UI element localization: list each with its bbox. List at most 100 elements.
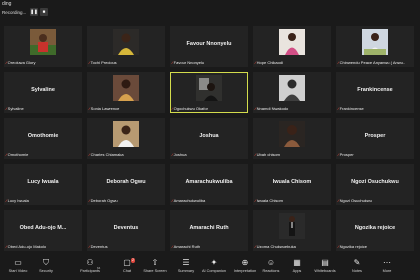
participant-name-label: ⁄ Frankincense xyxy=(338,106,364,111)
participant-tile[interactable]: Amarachukwuliba ⁄ Amarachukwuliba xyxy=(170,164,248,205)
participant-tile[interactable]: ⁄ Hope Chikaodi xyxy=(253,26,331,67)
participant-tile[interactable]: ⁄ Ogochukwu Okafor xyxy=(170,72,248,113)
participant-tile[interactable]: Favour Nnonyelu ⁄ Favour Nnonyelu xyxy=(170,26,248,67)
participant-video xyxy=(279,213,305,239)
participant-tile[interactable]: Iwuala Chisom ⁄ Iwuala Chisom xyxy=(253,164,331,205)
participant-tile[interactable]: Obed Adu-ojo M... ⁄ Obed Adu-ojo Makolo xyxy=(4,210,82,251)
share-screen-button[interactable]: ⇧ Share Screen xyxy=(140,258,170,273)
mic-muted-icon: ⁄ xyxy=(172,244,173,249)
mic-muted-icon: ⁄ xyxy=(338,152,339,157)
participant-tile[interactable]: Omothomie ⁄ Omothomie xyxy=(4,118,82,159)
participant-label-text: Nnamdi Nwakodo xyxy=(256,106,289,111)
summary-button[interactable]: ☰ Summary xyxy=(171,258,201,273)
participant-tile[interactable]: Amarachi Ruth ⁄ Amarachi Ruth xyxy=(170,210,248,251)
participant-name-label: ⁄ Deborah Ogwu xyxy=(89,198,118,203)
apps-icon: ▦ xyxy=(293,258,301,267)
participant-display-name: Deborah Ogwu xyxy=(106,179,146,185)
toolbar-label: Chat xyxy=(122,269,132,273)
stop-icon: ■ xyxy=(42,8,46,14)
participant-tile[interactable]: Lucy Iwuala ⁄ Lucy Iwuala xyxy=(4,164,82,205)
participant-tile[interactable]: Prosper ⁄ Prosper xyxy=(336,118,414,159)
mic-muted-icon: ⁄ xyxy=(255,106,256,111)
participant-tile[interactable]: ⁄ Tochi Precious xyxy=(87,26,165,67)
participant-tile[interactable]: Frankincense ⁄ Frankincense xyxy=(336,72,414,113)
mic-muted-icon: ⁄ xyxy=(6,60,7,65)
participant-tile[interactable]: ⁄ Uzoma Chukwuebuka xyxy=(253,210,331,251)
participant-video xyxy=(113,29,139,55)
more-icon: ⋯ xyxy=(383,258,391,267)
participant-name-label: ⁄ Iwuala Chisom xyxy=(255,198,283,203)
participant-name-label: ⁄ Lucy Iwuala xyxy=(6,198,29,203)
participant-label-text: Deborah Ogwu xyxy=(90,198,118,203)
participant-name-label: ⁄ Hope Chikaodi xyxy=(255,60,283,65)
participant-tile[interactable]: Sylvaline ⁄ Sylvaline xyxy=(4,72,82,113)
notes-button[interactable]: ✎ Notes xyxy=(342,258,372,273)
participant-name-label: ⁄ Deventus xyxy=(89,244,108,249)
ai-companion-button[interactable]: ✦ AI Companion xyxy=(199,258,229,273)
participant-display-name: Favour Nnonyelu xyxy=(186,41,232,47)
participant-name-label: ⁄ Joshua xyxy=(172,152,187,157)
security-button[interactable]: ⛉ Security xyxy=(31,258,61,273)
participant-label-text: Joshua xyxy=(173,152,187,157)
chat-button[interactable]: ▢ Chat xyxy=(112,258,142,273)
participant-tile[interactable]: ⁄ Charles Chiamaka xyxy=(87,118,165,159)
participant-name-label: ⁄ Ngozika rejoice xyxy=(338,244,367,249)
more-button[interactable]: ⋯ More xyxy=(372,258,402,273)
participant-tile[interactable]: ⁄ Chinwendu Peace Anyanwu ( Anwu.. xyxy=(336,26,414,67)
participant-video xyxy=(196,75,222,101)
participant-label-text: Amarachi Ruth xyxy=(173,244,201,249)
participant-label-text: Favour Nnonyelu xyxy=(173,60,205,65)
participant-name-label: ⁄ Sonia Lawrence xyxy=(89,106,119,111)
mic-muted-icon: ⁄ xyxy=(6,244,7,249)
mic-muted-icon: ⁄ xyxy=(338,106,339,111)
pause-recording-button[interactable]: ❚❚ xyxy=(30,8,38,16)
notes-icon: ✎ xyxy=(353,258,361,267)
participant-label-text: Ngozika rejoice xyxy=(339,244,368,249)
participant-name-label: ⁄ Amarachi Ruth xyxy=(172,244,200,249)
recording-bar: ding Recording... ❚❚ ■ xyxy=(0,0,420,18)
participant-label-text: Frankincense xyxy=(339,106,364,111)
participant-video xyxy=(362,29,388,55)
participant-label-text: Omothomie xyxy=(7,152,29,157)
participant-tile[interactable]: Deventus ⁄ Deventus xyxy=(87,210,165,251)
participant-video xyxy=(279,29,305,55)
participants-button[interactable]: ⚇ Participants xyxy=(75,258,105,273)
mic-muted-icon: ⁄ xyxy=(338,244,339,249)
stop-recording-button[interactable]: ■ xyxy=(40,8,48,16)
participant-name-label: ⁄ Prosper xyxy=(338,152,354,157)
participant-tile[interactable]: Ngozi Osuchukwu ⁄ Ngozi Osuchukwu xyxy=(336,164,414,205)
participant-label-text: Hope Chikaodi xyxy=(256,60,283,65)
participant-tile[interactable]: Joshua ⁄ Joshua xyxy=(170,118,248,159)
mic-muted-icon: ⁄ xyxy=(338,60,339,65)
participant-name-label: ⁄ Ogochukwu Okafor xyxy=(172,106,208,111)
shield-icon: ⛉ xyxy=(43,258,49,267)
participant-tile[interactable]: ⁄ Oreoluwa Glory xyxy=(4,26,82,67)
participant-tile[interactable]: Deborah Ogwu ⁄ Deborah Ogwu xyxy=(87,164,165,205)
mic-muted-icon: ⁄ xyxy=(89,244,90,249)
start-video-button[interactable]: ▭ Start Video xyxy=(3,258,33,273)
whiteboards-button[interactable]: ▤ Whiteboards xyxy=(310,258,340,273)
participant-tile[interactable]: ⁄ Ubah chisom xyxy=(253,118,331,159)
apps-button[interactable]: ▦ Apps xyxy=(282,258,312,273)
chat-icon: ▢ xyxy=(123,258,131,267)
participant-name-label: ⁄ Sylvaline xyxy=(6,106,24,111)
participant-label-text: Obed Adu-ojo Makolo xyxy=(7,244,47,249)
toolbar-label: Summary xyxy=(177,269,195,273)
mic-muted-icon: ⁄ xyxy=(172,152,173,157)
participant-tile[interactable]: Ngozika rejoice ⁄ Ngozika rejoice xyxy=(336,210,414,251)
mic-muted-icon: ⁄ xyxy=(255,60,256,65)
participant-tile[interactable]: ⁄ Nnamdi Nwakodo xyxy=(253,72,331,113)
participant-display-name: Prosper xyxy=(364,133,386,139)
participant-label-text: Iwuala Chisom xyxy=(256,198,283,203)
toolbar-label: Whiteboards xyxy=(314,269,336,273)
mic-muted-icon: ⁄ xyxy=(6,152,7,157)
participant-name-label: ⁄ Nnamdi Nwakodo xyxy=(255,106,288,111)
participant-display-name: Ngozi Osuchukwu xyxy=(351,179,399,185)
toolbar-label: Reactions xyxy=(262,269,280,273)
mic-muted-icon: ⁄ xyxy=(6,198,7,203)
mic-muted-icon: ⁄ xyxy=(255,152,256,157)
participant-label-text: Sonia Lawrence xyxy=(90,106,120,111)
participant-tile[interactable]: ⁄ Sonia Lawrence xyxy=(87,72,165,113)
participant-label-text: Uzoma Chukwuebuka xyxy=(256,244,296,249)
toolbar-label: Notes xyxy=(352,269,362,273)
